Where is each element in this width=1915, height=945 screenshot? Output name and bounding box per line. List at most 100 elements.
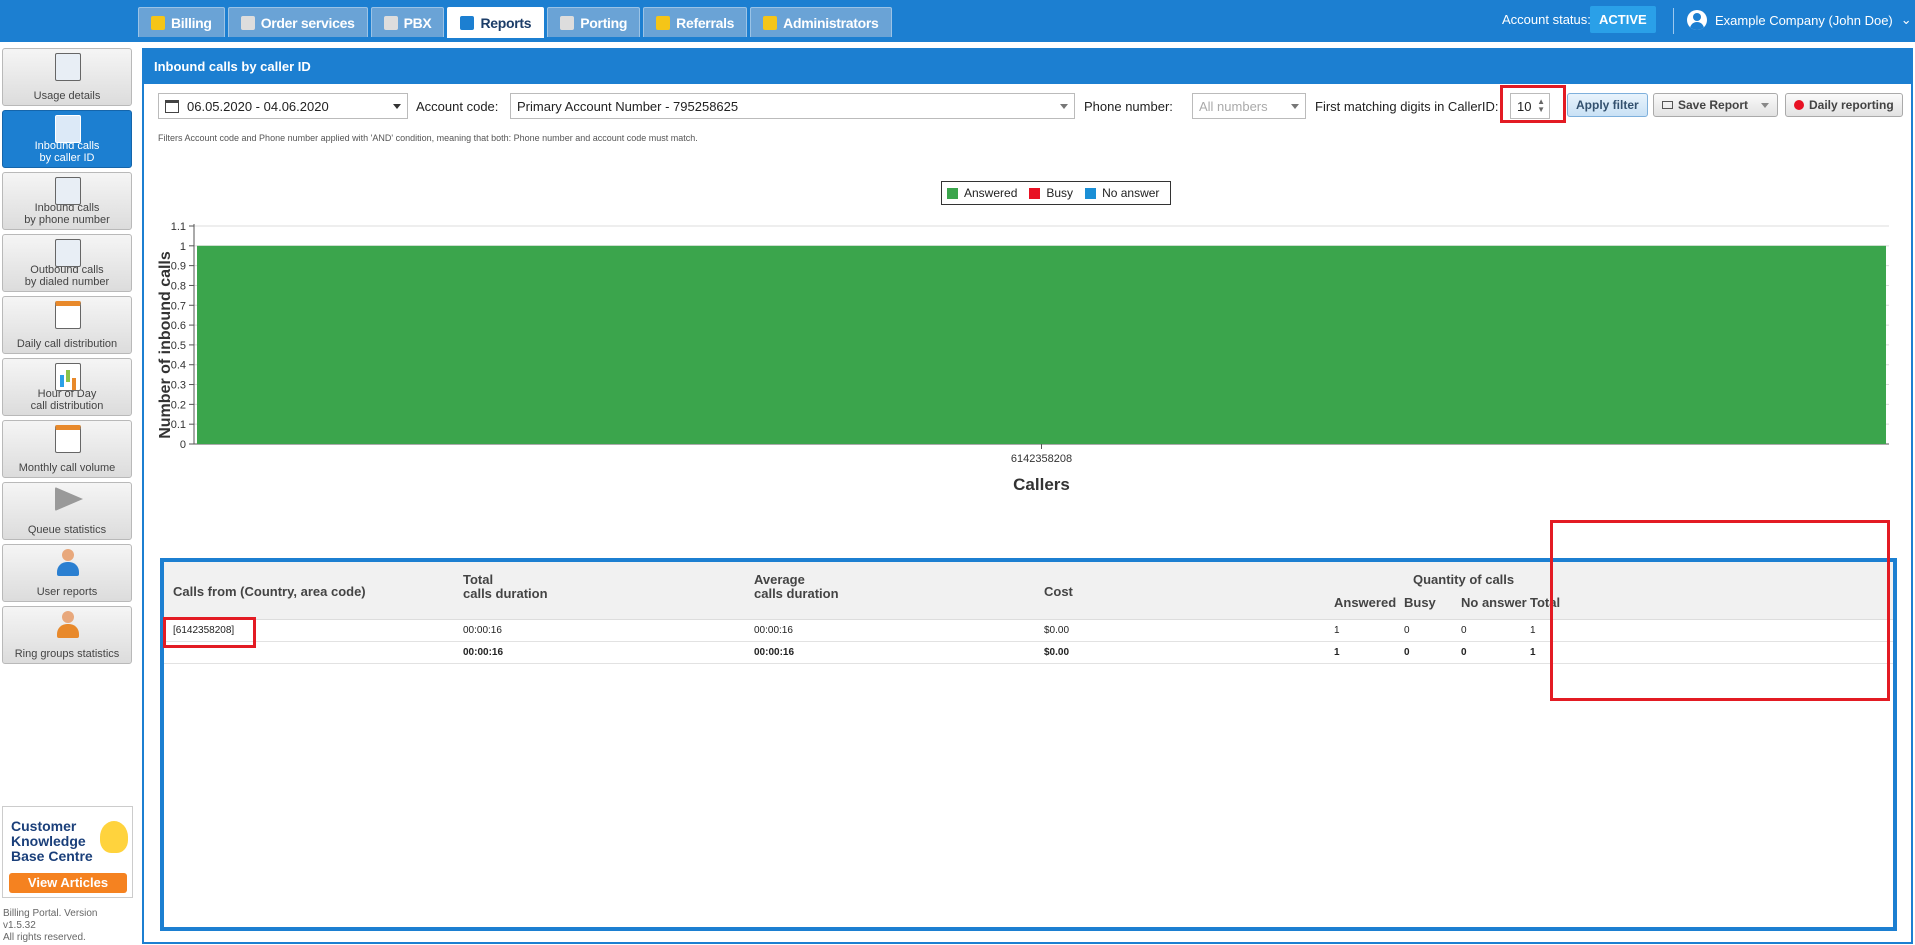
- tab-reports[interactable]: Reports: [447, 7, 545, 38]
- cell-average-duration: 00:00:16: [754, 625, 793, 636]
- tab-order-services[interactable]: Order services: [227, 7, 368, 37]
- table-row: [6142358208] 00:00:16 00:00:16 $0.00 1 0…: [164, 620, 1893, 642]
- phone-inbound-icon: [55, 115, 81, 143]
- view-articles-button[interactable]: View Articles: [9, 873, 127, 893]
- report-panel: Inbound calls by caller ID 06.05.2020 - …: [142, 48, 1913, 944]
- phone-icon: [55, 177, 81, 205]
- totals-busy: 0: [1404, 647, 1410, 658]
- cart-icon: [240, 15, 255, 30]
- user-menu[interactable]: Example Company (John Doe) ⌄: [1687, 10, 1912, 30]
- sidebar-item-label: Queue statistics: [27, 524, 107, 536]
- y-tick-label: 1: [180, 241, 186, 253]
- totals-cost: $0.00: [1044, 647, 1070, 658]
- user-icon: [55, 549, 81, 577]
- inbound-calls-chart: Answered Busy No answer 0 0.1 0.2 0.3 0.4 0.5 0.…: [144, 168, 1911, 588]
- totals-count: 1: [1530, 647, 1536, 658]
- header-total-duration[interactable]: Total calls duration: [463, 573, 548, 601]
- notepad-icon: [55, 53, 81, 81]
- spinner-arrows-icon[interactable]: ▲ ▼: [1537, 98, 1545, 114]
- calendar-month-icon: [55, 425, 81, 453]
- matching-digits-input[interactable]: 10 ▲ ▼: [1510, 93, 1550, 119]
- pbx-icon: [383, 15, 398, 30]
- tab-administrators[interactable]: Administrators: [750, 7, 892, 37]
- bar-chart-icon: [55, 363, 81, 391]
- printer-icon: [1662, 101, 1673, 109]
- header-cost[interactable]: Cost: [1044, 585, 1073, 599]
- cell-calls-from: [6142358208]: [173, 625, 235, 636]
- cell-answered: 1: [1334, 625, 1340, 636]
- apply-filter-button[interactable]: Apply filter: [1567, 93, 1648, 117]
- top-nav-bar: Billing Order services PBX Reports Porting Re…: [0, 0, 1915, 42]
- sidebar-item-ring-groups-statistics[interactable]: Ring groups statistics: [2, 606, 132, 664]
- admin-icon: [763, 15, 778, 30]
- sidebar-item-label: by dialed number: [24, 276, 110, 288]
- coins-icon: [151, 15, 165, 30]
- cell-total-duration: 00:00:16: [463, 625, 502, 636]
- header-average-duration[interactable]: Average calls duration: [754, 573, 839, 601]
- header-calls-from[interactable]: Calls from (Country, area code): [173, 585, 366, 599]
- totals-average-duration: 00:00:16: [754, 647, 795, 658]
- header-no-answer[interactable]: No answer: [1461, 596, 1527, 610]
- table-header: Calls from (Country, area code) Total ca…: [164, 562, 1893, 620]
- calendar-day-icon: [55, 301, 81, 329]
- chevron-down-icon: [393, 104, 401, 109]
- tab-billing[interactable]: Billing: [138, 7, 225, 37]
- matching-digits-label: First matching digits in CallerID:: [1315, 99, 1499, 114]
- table-totals-row: 00:00:16 00:00:16 $0.00 1 0 0 1: [164, 642, 1893, 664]
- header-answered[interactable]: Answered: [1334, 596, 1396, 610]
- filter-note: Filters Account code and Phone number ap…: [158, 133, 698, 143]
- top-divider: [1673, 8, 1674, 34]
- phone-number-label: Phone number:: [1084, 99, 1173, 114]
- sidebar-item-user-reports[interactable]: User reports: [2, 544, 132, 602]
- date-range-picker[interactable]: 06.05.2020 - 04.06.2020: [158, 93, 408, 119]
- sidebar-item-usage-details[interactable]: Usage details: [2, 48, 132, 106]
- account-code-select[interactable]: Primary Account Number - 795258625: [510, 93, 1075, 119]
- sidebar-item-label: by phone number: [24, 214, 110, 226]
- sidebar-item-hour-of-day-call-distribution[interactable]: Hour of Day call distribution: [2, 358, 132, 416]
- sidebar-item-queue-statistics[interactable]: Queue statistics: [2, 482, 132, 540]
- header-total[interactable]: Total: [1530, 596, 1560, 610]
- date-range-value: 06.05.2020 - 04.06.2020: [187, 98, 329, 114]
- calls-table: Calls from (Country, area code) Total ca…: [160, 558, 1897, 931]
- sidebar-item-monthly-call-volume[interactable]: Monthly call volume: [2, 420, 132, 478]
- sidebar-item-inbound-calls-by-caller-id[interactable]: Inbound calls by caller ID: [2, 110, 132, 168]
- bar-answered: [197, 245, 1886, 444]
- cell-total: 1: [1530, 625, 1536, 636]
- cell-cost: $0.00: [1044, 625, 1070, 636]
- megaphone-icon: [55, 487, 83, 511]
- filter-bar: 06.05.2020 - 04.06.2020 Account code: Pr…: [158, 93, 1908, 119]
- chevron-down-icon: [1291, 104, 1299, 109]
- header-busy[interactable]: Busy: [1404, 596, 1436, 610]
- tab-pbx[interactable]: PBX: [370, 7, 445, 37]
- account-status-label: Account status:: [1502, 12, 1591, 27]
- sidebar-item-label: User reports: [36, 586, 98, 598]
- sidebar-item-daily-call-distribution[interactable]: Daily call distribution: [2, 296, 132, 354]
- kb-title: Customer Knowledge Base Centre: [11, 818, 93, 864]
- sidebar-item-label: Monthly call volume: [18, 462, 116, 474]
- knowledge-base-banner[interactable]: Customer Knowledge Base Centre View Arti…: [2, 806, 133, 898]
- save-report-button[interactable]: Save Report: [1653, 93, 1779, 117]
- porting-icon: [560, 15, 575, 30]
- sidebar-item-outbound-calls-by-dialed-number[interactable]: Outbound calls by dialed number: [2, 234, 132, 292]
- panel-title: Inbound calls by caller ID: [144, 48, 1911, 84]
- record-dot-icon: [1794, 100, 1804, 110]
- sidebar-item-label: call distribution: [30, 400, 104, 412]
- ring-group-icon: [55, 611, 81, 639]
- x-axis-title: Callers: [1013, 475, 1070, 494]
- phone-number-select[interactable]: All numbers: [1192, 93, 1306, 119]
- tab-referrals[interactable]: Referrals: [643, 7, 748, 37]
- sidebar-item-inbound-calls-by-phone-number[interactable]: Inbound calls by phone number: [2, 172, 132, 230]
- account-code-label: Account code:: [416, 99, 499, 114]
- x-tick-label: 6142358208: [1011, 453, 1072, 465]
- y-tick-label: 1.1: [171, 221, 186, 233]
- totals-no-answer: 0: [1461, 647, 1467, 658]
- chevron-down-icon: ⌄: [1900, 12, 1912, 27]
- user-avatar-icon: [1687, 10, 1707, 30]
- tab-porting[interactable]: Porting: [547, 7, 641, 37]
- chevron-down-icon: [1761, 102, 1770, 108]
- daily-reporting-button[interactable]: Daily reporting: [1785, 93, 1903, 117]
- cell-no-answer: 0: [1461, 625, 1467, 636]
- referrals-icon: [656, 15, 671, 30]
- version-info: Billing Portal. Version v1.5.32 All righ…: [3, 908, 98, 943]
- header-quantity: Quantity of calls: [1413, 572, 1515, 587]
